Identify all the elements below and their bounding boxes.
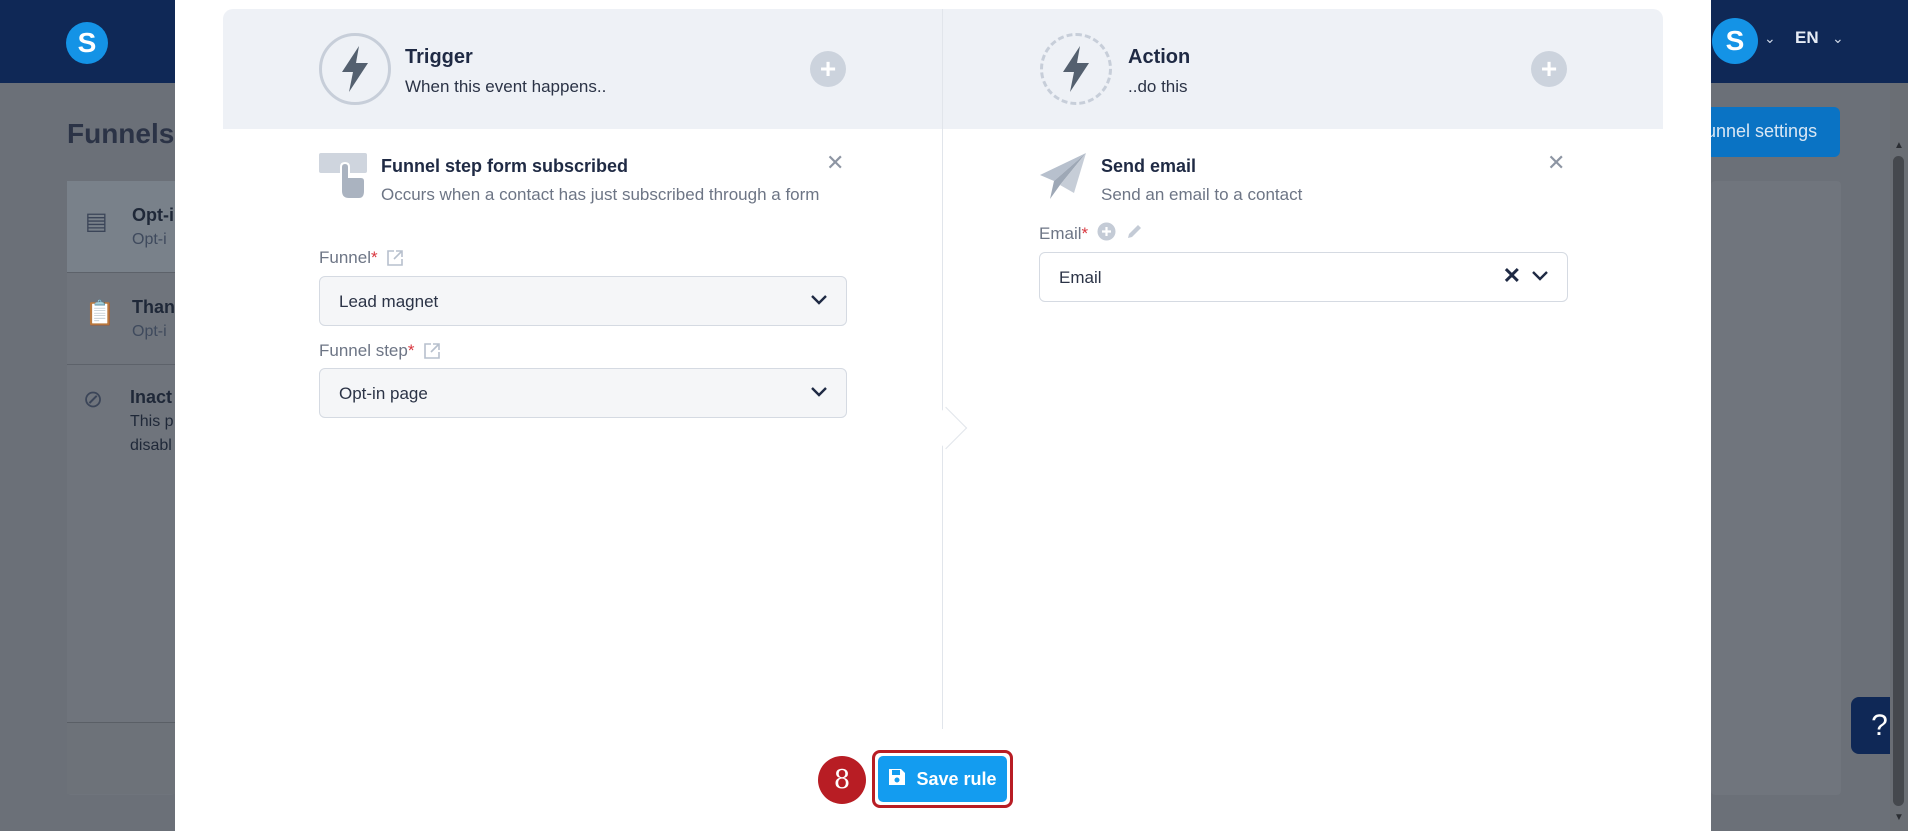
- save-rule-highlight: Save rule: [872, 750, 1013, 808]
- chevron-down-icon[interactable]: ⌄: [1764, 30, 1776, 47]
- email-label-text: Email: [1039, 224, 1082, 243]
- lightning-cycle-icon: [1040, 33, 1112, 105]
- rule-editor-modal: Trigger When this event happens.. + Acti…: [175, 0, 1711, 831]
- clear-selection-icon[interactable]: ✕: [1503, 263, 1521, 289]
- external-link-icon[interactable]: [423, 342, 441, 365]
- user-avatar[interactable]: S: [1712, 18, 1758, 64]
- add-action-button[interactable]: +: [1531, 51, 1567, 87]
- flow-arrow: [924, 406, 968, 450]
- save-rule-label: Save rule: [916, 768, 997, 789]
- funnel-preview-panel: [1711, 181, 1841, 795]
- language-selector[interactable]: EN: [1795, 28, 1819, 48]
- email-field-label: Email*: [1039, 224, 1088, 244]
- chevron-down-icon: [810, 383, 828, 403]
- clipboard-check-icon: 📋: [85, 300, 115, 327]
- step-number-badge: 8: [818, 756, 866, 804]
- required-marker: *: [407, 341, 415, 360]
- step-subtitle: Opt-i: [132, 231, 167, 248]
- step-subtitle: Opt-i: [132, 323, 167, 340]
- funnel-step-item[interactable]: 📋 Than Opt-i: [67, 273, 175, 365]
- funnel-step-item[interactable]: ▤ Opt-i Opt-i: [67, 181, 175, 273]
- trigger-card-description: Occurs when a contact has just subscribe…: [381, 185, 820, 204]
- rule-header: [223, 9, 1663, 129]
- required-marker: *: [370, 248, 378, 267]
- funnel-field-label: Funnel*: [319, 248, 378, 268]
- step-title: Opt-i: [132, 205, 174, 225]
- chevron-down-icon[interactable]: ⌄: [1832, 30, 1844, 47]
- funnel-step-label-text: Funnel step: [319, 341, 408, 360]
- step-subtitle: disabl: [130, 437, 172, 454]
- trigger-card-title: Funnel step form subscribed: [381, 156, 629, 176]
- page-title: Funnels: [67, 118, 175, 149]
- scroll-up-arrow-icon[interactable]: ▲: [1893, 140, 1905, 151]
- funnel-label-text: Funnel: [319, 248, 371, 267]
- required-marker: *: [1081, 224, 1089, 243]
- funnel-step-select[interactable]: Opt-in page: [319, 368, 847, 418]
- lightning-icon: [319, 33, 391, 105]
- action-card-title: Send email: [1101, 156, 1197, 176]
- trigger-title: Trigger: [405, 46, 473, 68]
- app-logo[interactable]: S: [66, 22, 108, 64]
- add-circle-icon[interactable]: [1097, 222, 1116, 246]
- action-title: Action: [1128, 46, 1191, 68]
- scrollbar-thumb[interactable]: [1893, 156, 1904, 806]
- trigger-subtitle: When this event happens..: [405, 77, 607, 96]
- add-trigger-button[interactable]: +: [810, 51, 846, 87]
- step-title: Inact: [130, 387, 173, 407]
- floppy-disk-icon: [888, 768, 906, 791]
- email-select-value: Email: [1059, 268, 1102, 287]
- column-divider: [942, 9, 943, 729]
- remove-action-close-icon[interactable]: ✕: [1547, 150, 1565, 176]
- funnel-step-item[interactable]: ⊘ Inact This p disabl: [67, 365, 175, 475]
- external-link-icon[interactable]: [386, 249, 404, 272]
- action-subtitle: ..do this: [1128, 77, 1188, 96]
- funnel-step-select-value: Opt-in page: [339, 384, 428, 403]
- paper-plane-icon: [1040, 153, 1088, 204]
- form-icon: ▤: [85, 208, 108, 235]
- email-select[interactable]: Email ✕: [1039, 252, 1568, 302]
- action-card-description: Send an email to a contact: [1101, 185, 1303, 204]
- plus-icon: +: [1540, 53, 1558, 84]
- hand-pointer-icon: [319, 153, 367, 204]
- scroll-down-arrow-icon[interactable]: ▼: [1893, 812, 1905, 823]
- remove-trigger-close-icon[interactable]: ✕: [826, 150, 844, 176]
- chevron-down-icon: [810, 291, 828, 311]
- funnel-step-field-label: Funnel step*: [319, 341, 414, 361]
- step-title: Than: [132, 297, 175, 317]
- funnel-select[interactable]: Lead magnet: [319, 276, 847, 326]
- step-subtitle: This p: [130, 413, 174, 430]
- chevron-down-icon: [1531, 267, 1549, 287]
- panel-footer: [67, 722, 175, 794]
- plus-icon: +: [819, 53, 837, 84]
- blocked-icon: ⊘: [83, 386, 104, 413]
- funnel-select-value: Lead magnet: [339, 292, 439, 311]
- save-rule-button[interactable]: Save rule: [878, 756, 1007, 802]
- pencil-icon[interactable]: [1125, 222, 1144, 246]
